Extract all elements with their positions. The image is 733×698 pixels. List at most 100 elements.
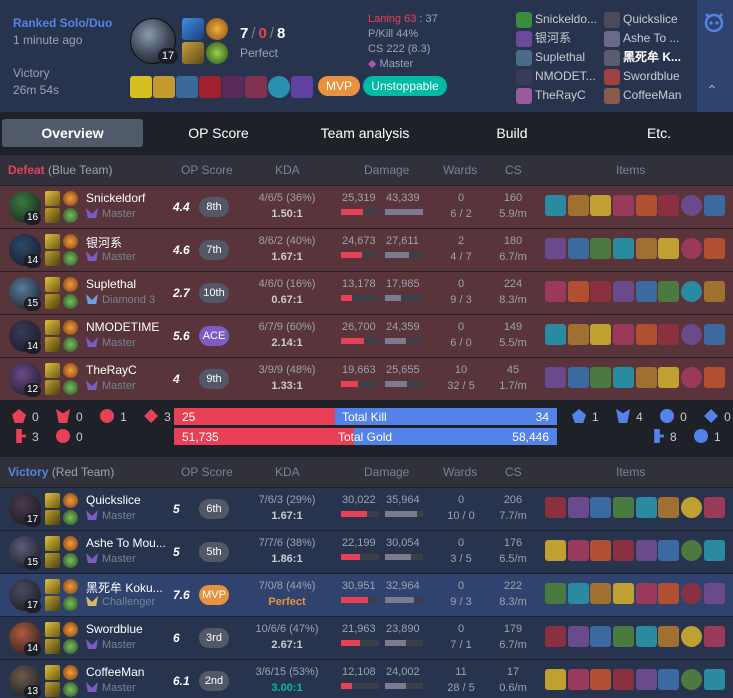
item-icon[interactable] — [613, 583, 635, 604]
secondary-rune-icon[interactable] — [63, 596, 78, 611]
item-icon[interactable] — [545, 626, 566, 647]
secondary-rune-icon[interactable] — [63, 510, 78, 525]
summoner-spell-icon[interactable] — [45, 337, 60, 352]
item-icon[interactable] — [545, 238, 566, 259]
teleport-spell-icon[interactable] — [182, 42, 204, 64]
summoner-spell-icon[interactable] — [45, 251, 60, 266]
keystone-rune-icon[interactable] — [63, 277, 78, 292]
item-icon[interactable] — [703, 540, 725, 561]
summoner-name[interactable]: 银河系 — [86, 234, 122, 251]
summoner-spell-icon[interactable] — [45, 277, 60, 292]
item-icon[interactable] — [567, 324, 589, 345]
roster-player[interactable]: Snickeldo... — [516, 11, 597, 29]
item-icon[interactable] — [635, 324, 657, 345]
item-icon[interactable] — [635, 626, 657, 647]
item-icon[interactable] — [703, 195, 725, 216]
item-icon[interactable] — [613, 281, 635, 302]
summoner-spell-icon[interactable] — [45, 380, 60, 395]
summoner-name[interactable]: Snickeldorf — [86, 191, 145, 205]
secondary-rune-icon[interactable] — [63, 251, 78, 266]
trinket-icon[interactable] — [681, 669, 703, 690]
item-icon[interactable] — [613, 324, 635, 345]
summoner-name[interactable]: TheRayC — [86, 363, 137, 377]
summoner-spell-icon[interactable] — [45, 234, 60, 249]
roster-player[interactable]: TheRayC — [516, 87, 586, 105]
tab-build[interactable]: Build — [441, 119, 583, 147]
item-icon[interactable] — [703, 367, 725, 388]
item-icon[interactable] — [658, 669, 680, 690]
item-icon[interactable] — [613, 367, 635, 388]
summoner-spell-icon[interactable] — [45, 553, 60, 568]
secondary-rune-icon[interactable] — [63, 553, 78, 568]
keystone-rune-icon[interactable] — [206, 18, 228, 40]
item-icon[interactable] — [613, 497, 635, 518]
item-icon[interactable] — [545, 497, 566, 518]
item-icon[interactable] — [635, 281, 657, 302]
tab-overview[interactable]: Overview — [2, 119, 143, 147]
trinket-icon[interactable] — [681, 238, 703, 259]
item-icon[interactable] — [658, 238, 680, 259]
keystone-rune-icon[interactable] — [63, 579, 78, 594]
item-icon[interactable] — [590, 497, 612, 518]
item-icon[interactable] — [567, 540, 589, 561]
item-icon[interactable] — [545, 281, 566, 302]
ward-item-icon[interactable] — [268, 76, 290, 98]
item-icon[interactable] — [703, 626, 725, 647]
summoner-name[interactable]: Ashe To Mou... — [86, 536, 166, 550]
tab-etc[interactable]: Etc. — [588, 119, 730, 147]
keystone-rune-icon[interactable] — [63, 622, 78, 637]
item-icon[interactable] — [545, 195, 566, 216]
roster-player[interactable]: Suplethal — [516, 49, 585, 67]
trinket-icon[interactable] — [681, 367, 703, 388]
item-icon[interactable] — [590, 238, 612, 259]
item-icon[interactable] — [658, 281, 680, 302]
item-icon[interactable] — [635, 367, 657, 388]
item-icon[interactable] — [613, 238, 635, 259]
keystone-rune-icon[interactable] — [63, 363, 78, 378]
trinket-icon[interactable] — [681, 583, 703, 604]
item-icon[interactable] — [658, 540, 680, 561]
keystone-rune-icon[interactable] — [63, 536, 78, 551]
item-icon[interactable] — [545, 324, 566, 345]
item-icon[interactable] — [613, 540, 635, 561]
player-row[interactable]: 17 黑死牟 Koku... Challenger 7.6 MVP 7/0/8 (44%)… — [0, 574, 733, 616]
player-row[interactable]: 14 Swordblue Master 6 3rd 10/6/6 (47%) 2.67:1 2… — [0, 617, 733, 659]
secondary-rune-icon[interactable] — [206, 42, 228, 64]
player-row[interactable]: 14 NMODETIME Master 5.6 ACE 6/7/9 (60%) 2.14:1… — [0, 315, 733, 357]
player-row[interactable]: 16 Snickeldorf Master 4.4 8th 4/6/5 (36%) 1.50… — [0, 186, 733, 228]
flash-spell-icon[interactable] — [182, 18, 204, 40]
item-icon[interactable] — [635, 497, 657, 518]
summoner-spell-icon[interactable] — [45, 665, 60, 680]
roster-player[interactable]: 银河系 — [516, 30, 571, 48]
summoner-name[interactable]: Swordblue — [86, 622, 143, 636]
item-icon[interactable] — [567, 626, 589, 647]
player-row[interactable]: 17 Quickslice Master 5 6th 7/6/3 (29%) 1.67:1 3… — [0, 488, 733, 530]
roster-player[interactable]: Quickslice — [604, 11, 678, 29]
item-icon[interactable] — [658, 195, 680, 216]
secondary-rune-icon[interactable] — [63, 294, 78, 309]
item-icon[interactable] — [545, 367, 566, 388]
secondary-rune-icon[interactable] — [63, 208, 78, 223]
summoner-spell-icon[interactable] — [45, 536, 60, 551]
item-icon[interactable] — [658, 367, 680, 388]
item-icon[interactable] — [635, 540, 657, 561]
player-row[interactable]: 12 TheRayC Master 4 9th 3/9/9 (48%) 1.33:1 19,6… — [0, 358, 733, 400]
item-icon[interactable] — [545, 583, 566, 604]
item-icon[interactable] — [590, 195, 612, 216]
item-icon[interactable] — [567, 583, 589, 604]
item-icon[interactable] — [545, 669, 566, 690]
item-icon[interactable] — [130, 76, 152, 98]
item-icon[interactable] — [176, 76, 198, 98]
trinket-icon[interactable] — [681, 497, 703, 518]
item-icon[interactable] — [291, 76, 313, 98]
item-icon[interactable] — [590, 669, 612, 690]
item-icon[interactable] — [590, 540, 612, 561]
item-icon[interactable] — [658, 583, 680, 604]
item-icon[interactable] — [567, 195, 589, 216]
item-icon[interactable] — [703, 238, 725, 259]
summoner-name[interactable]: 黑死牟 Koku... — [86, 579, 163, 596]
summoner-name[interactable]: CoffeeMan — [86, 665, 144, 679]
summoner-spell-icon[interactable] — [45, 682, 60, 697]
item-icon[interactable] — [590, 367, 612, 388]
item-icon[interactable] — [613, 669, 635, 690]
